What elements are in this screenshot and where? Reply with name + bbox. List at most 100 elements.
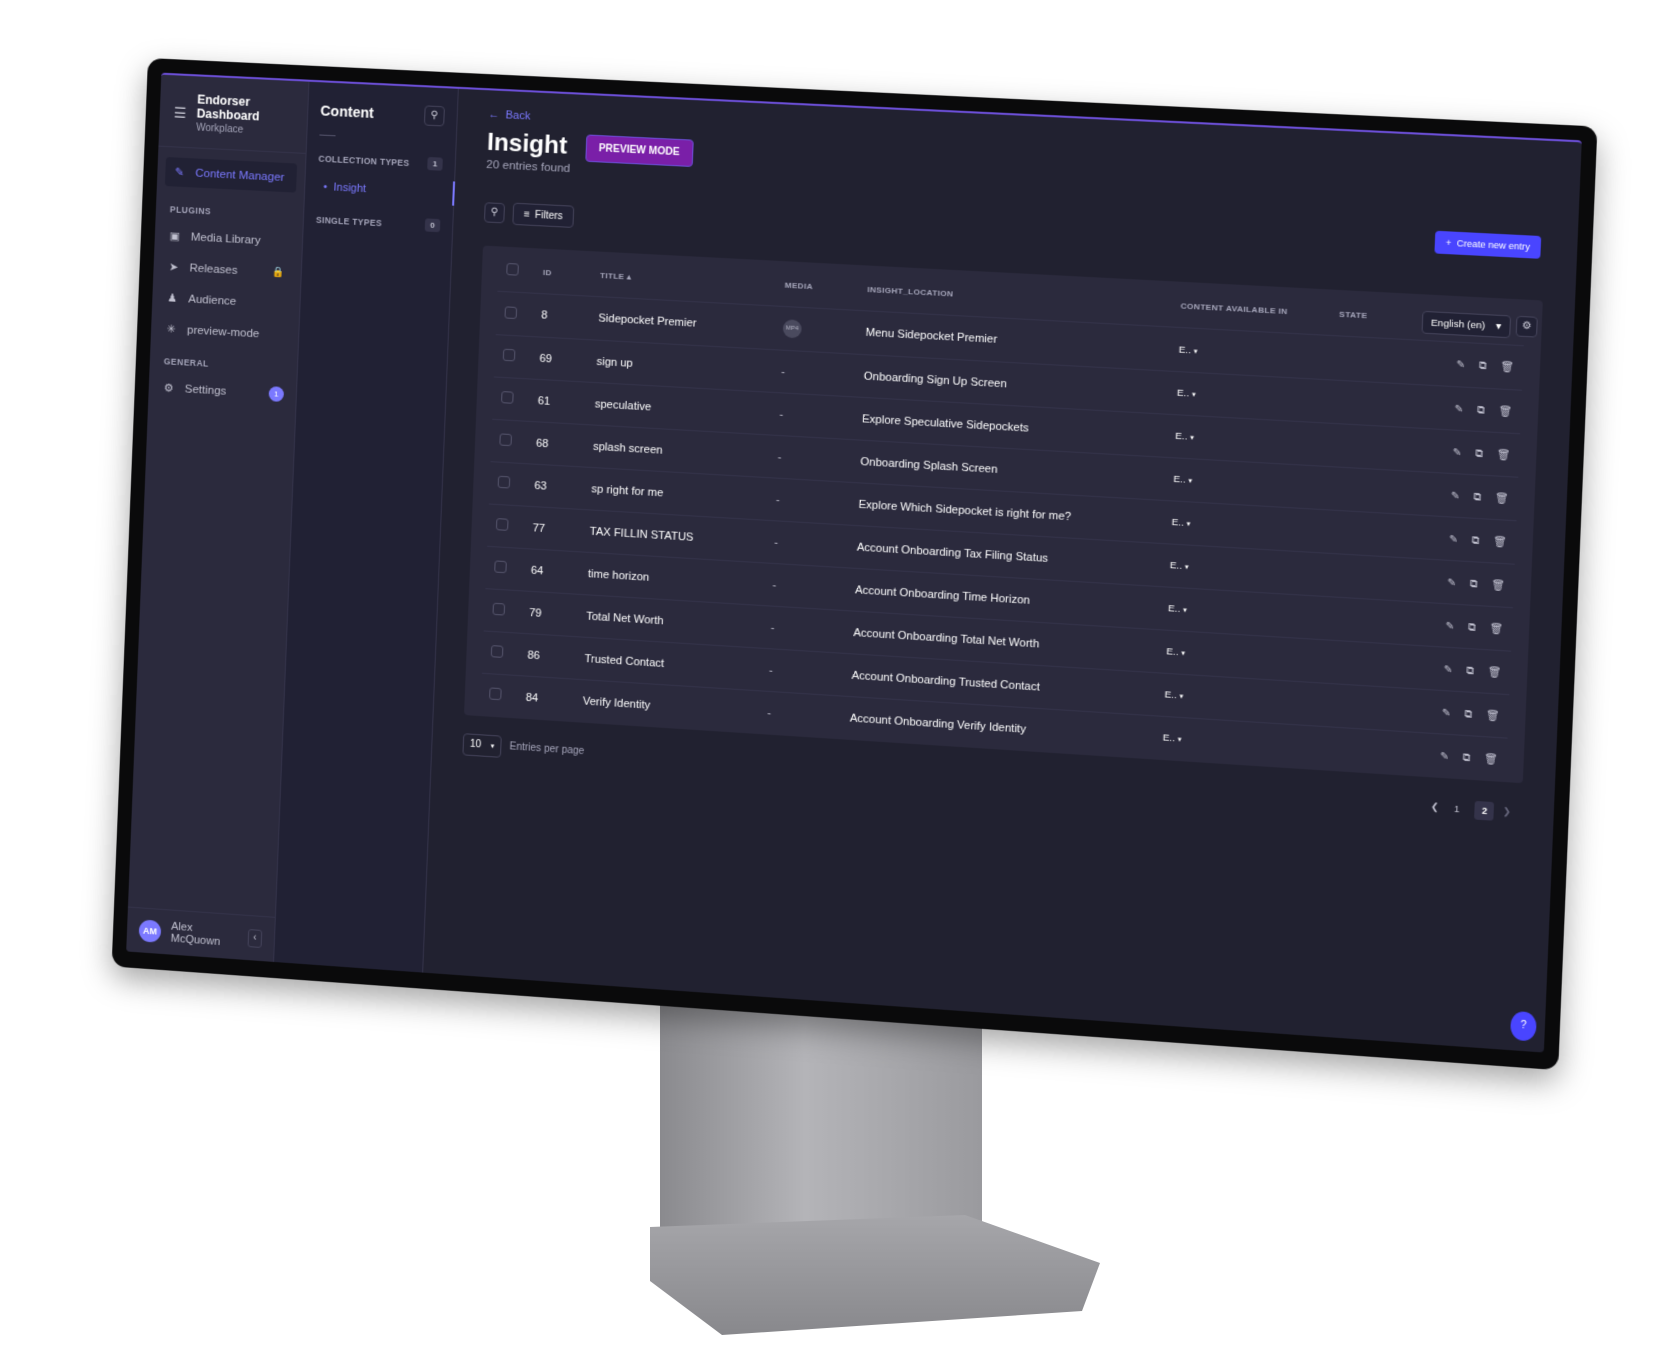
edit-icon[interactable]: ✎: [1447, 577, 1456, 589]
edit-icon[interactable]: ✎: [1456, 359, 1465, 371]
duplicate-icon[interactable]: ⧉: [1468, 622, 1476, 634]
nav-item-label: Media Library: [190, 230, 261, 247]
row-checkbox[interactable]: [499, 433, 512, 447]
edit-icon[interactable]: ✎: [1454, 403, 1463, 415]
duplicate-icon[interactable]: ⧉: [1463, 752, 1471, 764]
entries-per-page-select[interactable]: 10 ▾: [462, 732, 502, 758]
edit-icon[interactable]: ✎: [1441, 707, 1450, 719]
duplicate-icon[interactable]: ⧉: [1477, 404, 1485, 416]
entries-table: ID TITLE ▴ MEDIA INSIGHT_LOCATION CONTEN…: [464, 245, 1543, 783]
edit-icon[interactable]: ✎: [1449, 533, 1458, 545]
logo-icon: ☰: [173, 103, 187, 121]
preview-mode-button[interactable]: PREVIEW MODE: [584, 133, 694, 167]
page-2-button[interactable]: 2: [1474, 800, 1495, 821]
monitor-bezel: ☰ Endorser Dashboard Workplace ✎ Content…: [111, 58, 1598, 1071]
page-title: Insight: [486, 128, 568, 160]
trash-icon[interactable]: 🗑: [1490, 623, 1504, 635]
chevron-down-icon: ▾: [1182, 607, 1187, 615]
table-settings-button[interactable]: ⚙: [1515, 315, 1538, 338]
cell-state: [1326, 379, 1395, 427]
page-1-button[interactable]: 1: [1447, 799, 1467, 819]
duplicate-icon[interactable]: ⧉: [1473, 491, 1481, 503]
filters-button[interactable]: ≡ Filters: [512, 202, 575, 228]
trash-icon[interactable]: 🗑: [1488, 666, 1502, 678]
row-checkbox[interactable]: [490, 645, 504, 658]
media-empty: -: [768, 663, 774, 677]
chevron-down-icon: ▾: [1188, 477, 1193, 486]
arrow-left-icon: ←: [488, 108, 500, 122]
plus-icon: +: [1445, 237, 1452, 249]
cell-state: [1317, 596, 1386, 644]
edit-icon[interactable]: ✎: [1450, 490, 1459, 502]
trash-icon[interactable]: 🗑: [1484, 754, 1498, 766]
cell-id: 63: [525, 463, 585, 510]
row-checkbox[interactable]: [495, 518, 509, 531]
trash-icon[interactable]: 🗑: [1500, 362, 1514, 374]
collection-types-heading[interactable]: COLLECTION TYPES 1: [318, 152, 443, 171]
row-checkbox[interactable]: [497, 475, 511, 489]
media-thumbnail[interactable]: MP4: [782, 319, 802, 339]
user-name: Alex McQuown: [170, 920, 221, 949]
single-types-heading[interactable]: SINGLE TYPES 0: [316, 213, 441, 233]
gear-icon: ⚙: [163, 382, 174, 395]
user-profile[interactable]: AM Alex McQuown ‹: [126, 906, 275, 962]
search-icon[interactable]: ⚲: [423, 105, 445, 127]
collection-types-count: 1: [427, 156, 443, 171]
duplicate-icon[interactable]: ⧉: [1466, 665, 1474, 677]
cell-id: 77: [523, 506, 583, 552]
edit-icon[interactable]: ✎: [1443, 664, 1452, 676]
duplicate-icon[interactable]: ⧉: [1472, 535, 1480, 547]
collapse-nav-button[interactable]: ‹: [247, 929, 263, 949]
trash-icon[interactable]: 🗑: [1486, 710, 1500, 722]
duplicate-icon[interactable]: ⧉: [1479, 360, 1487, 372]
row-checkbox[interactable]: [504, 305, 518, 319]
lock-icon: 🔒: [271, 266, 285, 279]
row-checkbox[interactable]: [492, 602, 506, 616]
edit-icon[interactable]: ✎: [1452, 447, 1461, 459]
edit-icon[interactable]: ✎: [1440, 751, 1449, 763]
duplicate-icon[interactable]: ⧉: [1475, 448, 1483, 460]
row-checkbox[interactable]: [489, 687, 502, 701]
chevron-down-icon: ▾: [1191, 391, 1196, 399]
trash-icon[interactable]: 🗑: [1493, 536, 1507, 548]
previous-page-button[interactable]: ❮: [1430, 801, 1438, 813]
column-header-id[interactable]: ID: [534, 248, 593, 296]
trash-icon[interactable]: 🗑: [1499, 406, 1513, 418]
cell-id: 84: [516, 675, 576, 722]
monitor-stand-base: [650, 1215, 1100, 1335]
trash-icon[interactable]: 🗑: [1497, 449, 1511, 461]
nav-item-label: Settings: [184, 382, 227, 398]
next-page-button[interactable]: ❯: [1503, 806, 1512, 818]
search-button[interactable]: ⚲: [483, 202, 506, 224]
sort-asc-icon: ▴: [626, 271, 632, 282]
row-checkbox[interactable]: [502, 348, 516, 362]
column-header-state: STATE: [1338, 309, 1368, 320]
duplicate-icon[interactable]: ⧉: [1470, 578, 1478, 590]
help-button[interactable]: ?: [1509, 1010, 1537, 1042]
subnav-item-insight[interactable]: • Insight: [316, 169, 442, 215]
column-header-media[interactable]: MEDIA: [776, 261, 860, 311]
nav-item-content-manager[interactable]: ✎ Content Manager: [164, 157, 298, 193]
brand: ☰ Endorser Dashboard Workplace: [158, 74, 309, 154]
cell-id: 86: [518, 633, 578, 680]
edit-icon[interactable]: ✎: [1445, 620, 1454, 632]
cell-state: [1313, 682, 1383, 731]
duplicate-icon[interactable]: ⧉: [1464, 708, 1472, 720]
cell-id: 64: [521, 548, 581, 595]
cell-id: 69: [530, 336, 590, 383]
nav-item-label: preview-mode: [186, 323, 260, 340]
cell-locale-dropdown[interactable]: E.. ▾: [1153, 715, 1314, 770]
locale-select[interactable]: English (en) ▾: [1420, 310, 1512, 339]
row-checkbox[interactable]: [501, 391, 514, 404]
select-all-checkbox[interactable]: [506, 262, 519, 276]
trash-icon[interactable]: 🗑: [1491, 579, 1505, 591]
paper-plane-icon: ➤: [168, 261, 179, 274]
media-empty: -: [777, 450, 782, 464]
row-checkbox[interactable]: [494, 560, 507, 574]
cell-state: [1320, 509, 1390, 557]
chevron-down-icon: ▾: [1186, 520, 1191, 529]
media-empty: -: [780, 365, 786, 378]
trash-icon[interactable]: 🗑: [1495, 493, 1509, 505]
avatar: AM: [138, 919, 162, 943]
chevron-down-icon: ▾: [1495, 320, 1502, 333]
